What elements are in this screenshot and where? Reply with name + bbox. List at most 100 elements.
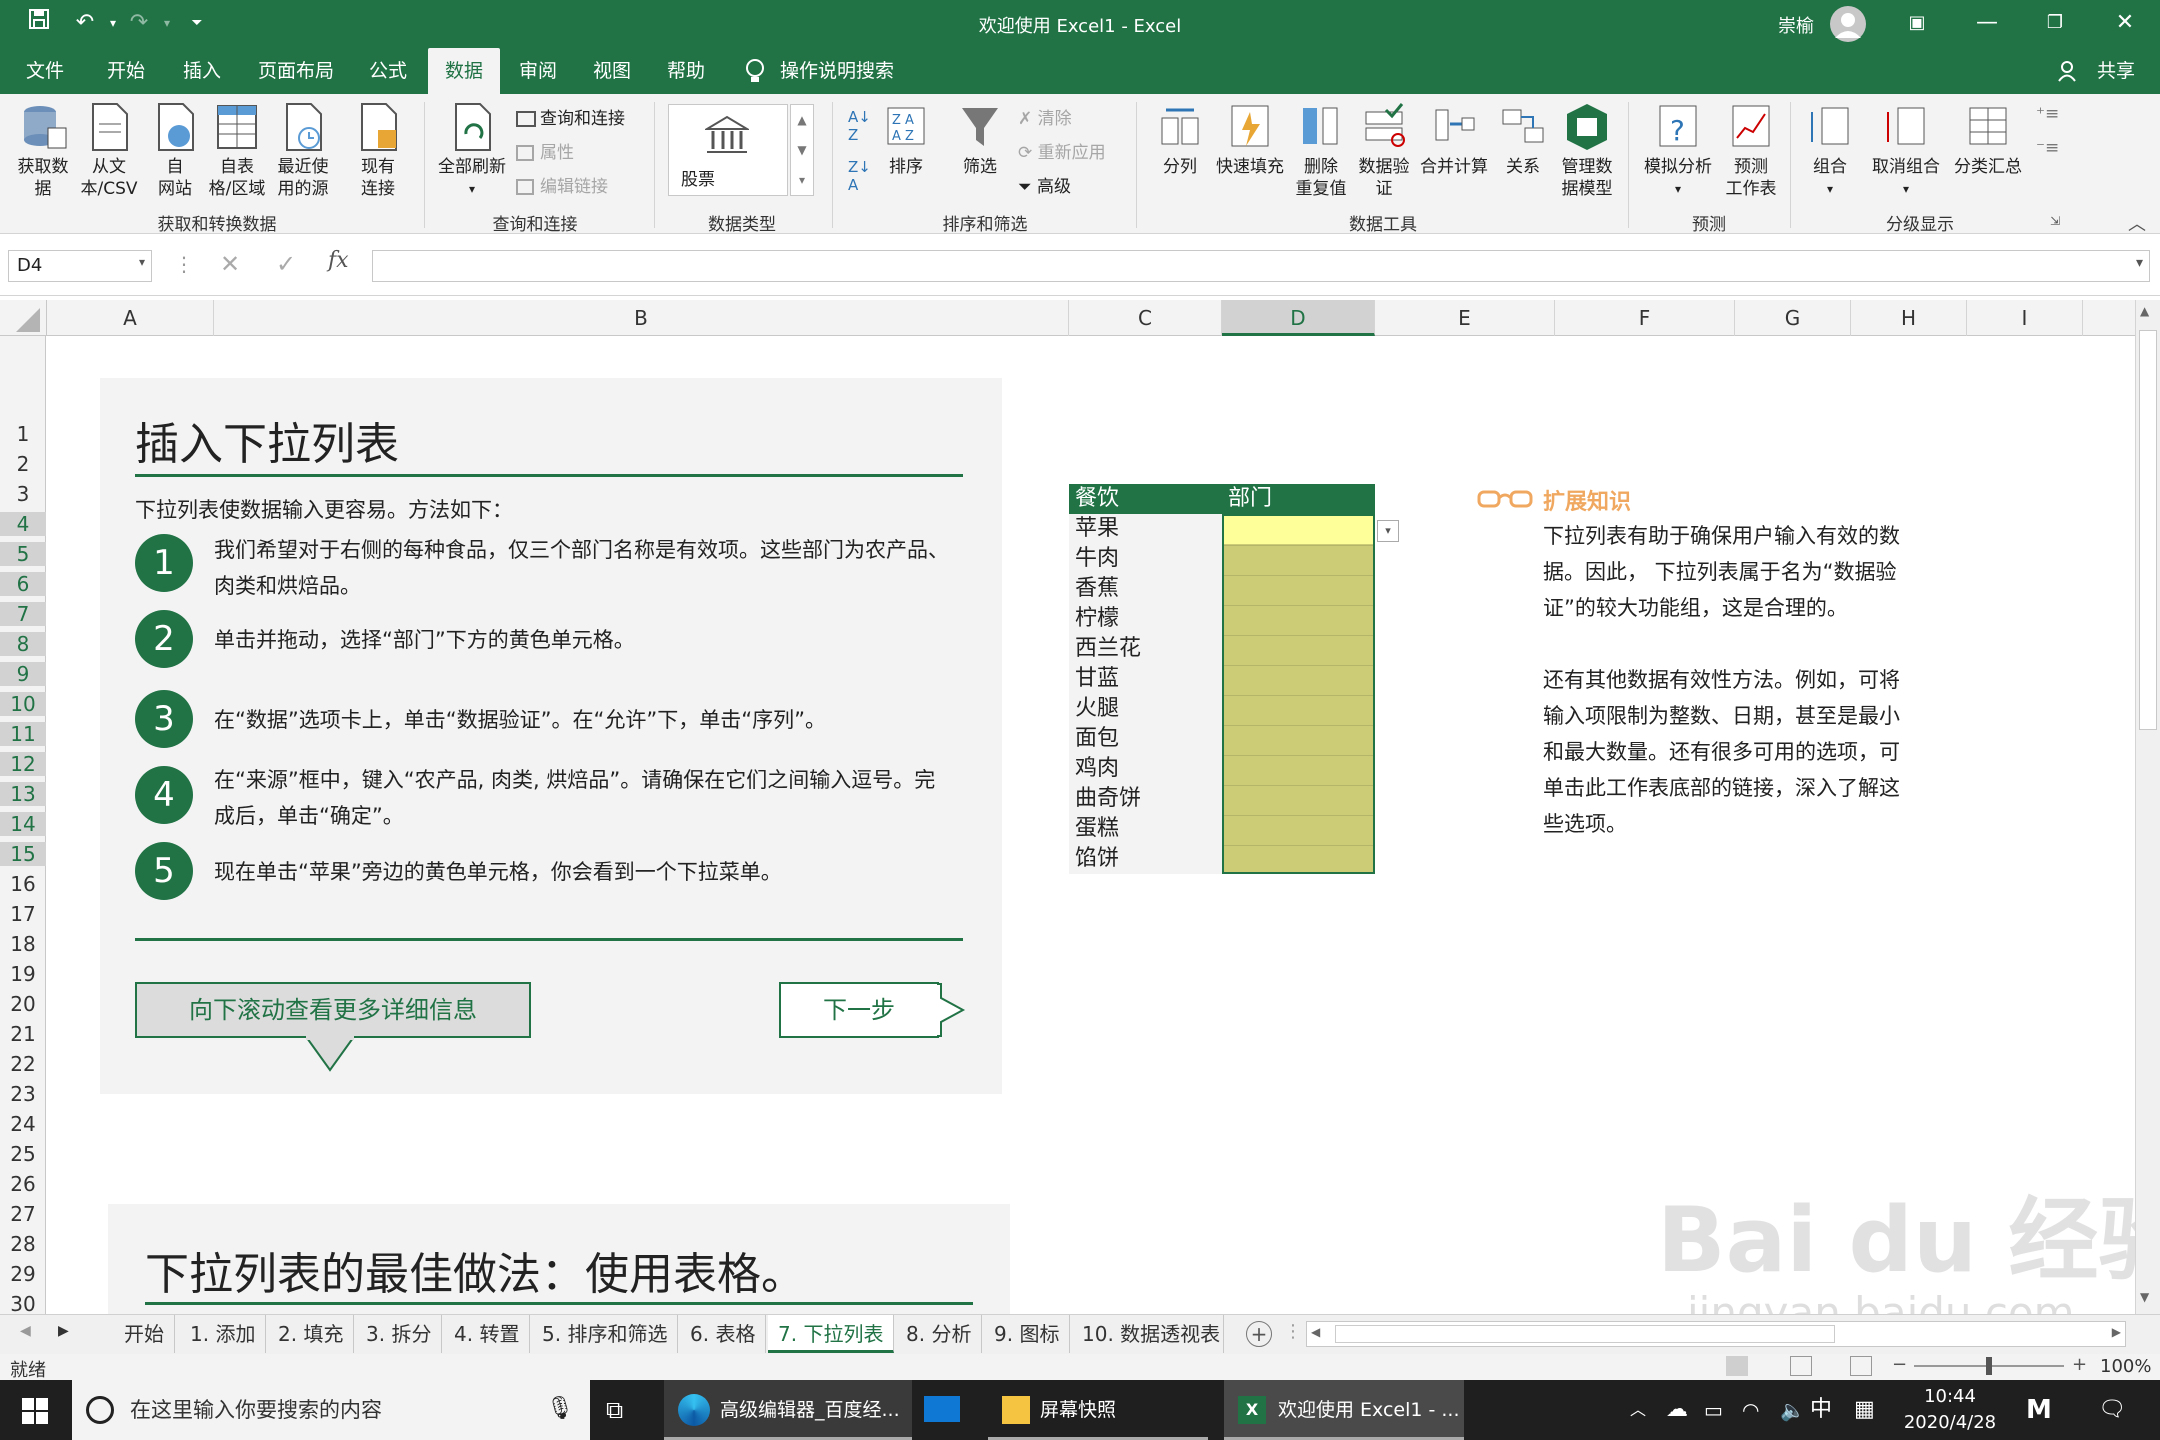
share-icon[interactable] bbox=[2058, 60, 2080, 87]
group-button[interactable]: 组合 ▾ bbox=[1800, 102, 1860, 200]
add-sheet-icon[interactable]: + bbox=[1246, 1321, 1272, 1347]
tab-insert[interactable]: 插入 bbox=[166, 48, 238, 94]
row-header[interactable]: 11 bbox=[0, 722, 46, 746]
name-box-dropdown-icon[interactable]: ▾ bbox=[139, 255, 145, 269]
scroll-left-icon[interactable]: ◀ bbox=[1311, 1325, 1320, 1339]
vertical-scrollbar[interactable]: ▲ ▼ bbox=[2135, 300, 2160, 1314]
data-validation-button[interactable]: 数据验 证 bbox=[1354, 102, 1414, 200]
from-text-csv-button[interactable]: 从文 本/CSV bbox=[76, 102, 142, 200]
page-layout-view-icon[interactable] bbox=[1790, 1356, 1812, 1376]
dropdown-arrow-icon[interactable]: ▾ bbox=[1377, 520, 1399, 542]
ungroup-button[interactable]: 取消组合 ▾ bbox=[1866, 102, 1946, 200]
advanced-filter-button[interactable]: ⏷ 高级 bbox=[1018, 172, 1071, 197]
food-cell[interactable]: 蛋糕 bbox=[1075, 814, 1119, 844]
scroll-down-icon[interactable]: ▼ bbox=[2140, 1290, 2149, 1304]
tab-view[interactable]: 视图 bbox=[576, 48, 648, 94]
row-header[interactable]: 23 bbox=[0, 1082, 46, 1106]
food-cell[interactable]: 甘蓝 bbox=[1075, 664, 1119, 694]
row-header[interactable]: 28 bbox=[0, 1232, 46, 1256]
sheet-tab[interactable]: 4. 转置 bbox=[444, 1315, 531, 1353]
formula-input[interactable]: ▾ bbox=[372, 250, 2150, 282]
scrollbar-thumb[interactable] bbox=[2139, 330, 2157, 730]
save-icon[interactable] bbox=[24, 8, 54, 38]
scroll-up-icon[interactable]: ▲ bbox=[2140, 304, 2149, 318]
show-detail-icon[interactable]: ⁺≡ bbox=[2036, 104, 2059, 124]
consolidate-button[interactable]: 合并计算 bbox=[1416, 102, 1492, 178]
row-header[interactable]: 12 bbox=[0, 752, 46, 776]
h-scrollbar-thumb[interactable] bbox=[1335, 1325, 1835, 1343]
redo-icon[interactable]: ↷ bbox=[124, 8, 154, 38]
row-header[interactable]: 10 bbox=[0, 692, 46, 716]
taskbar-app-edge[interactable]: 高级编辑器_百度经... bbox=[664, 1380, 912, 1440]
wifi-icon[interactable]: ◠ bbox=[1742, 1380, 1759, 1440]
row-header[interactable]: 17 bbox=[0, 902, 46, 926]
row-header[interactable]: 27 bbox=[0, 1202, 46, 1226]
volume-icon[interactable]: 🔈 bbox=[1780, 1380, 1805, 1440]
zoom-level[interactable]: 100% bbox=[2100, 1356, 2151, 1377]
text-to-columns-button[interactable]: 分列 bbox=[1150, 102, 1210, 178]
from-web-button[interactable]: 自 网站 bbox=[146, 102, 204, 200]
sheet-tab[interactable]: 9. 图标 bbox=[984, 1315, 1071, 1353]
row-header[interactable]: 9 bbox=[0, 662, 46, 686]
food-cell[interactable]: 面包 bbox=[1075, 724, 1119, 754]
from-table-button[interactable]: 自表 格/区域 bbox=[204, 102, 270, 200]
select-all-corner[interactable] bbox=[0, 300, 47, 336]
row-header[interactable]: 1 bbox=[0, 422, 46, 446]
row-header[interactable]: 5 bbox=[0, 542, 46, 566]
flash-fill-button[interactable]: 快速填充 bbox=[1212, 102, 1288, 178]
normal-view-icon[interactable] bbox=[1726, 1356, 1748, 1376]
close-icon[interactable]: ✕ bbox=[2110, 8, 2140, 38]
food-cell[interactable]: 香蕉 bbox=[1075, 574, 1119, 604]
scroll-right-icon[interactable]: ▶ bbox=[2112, 1325, 2121, 1339]
collapse-ribbon-icon[interactable]: ︿ bbox=[2128, 210, 2146, 236]
column-header-g[interactable]: G bbox=[1735, 300, 1851, 336]
row-header[interactable]: 16 bbox=[0, 872, 46, 896]
row-header[interactable]: 22 bbox=[0, 1052, 46, 1076]
row-header[interactable]: 20 bbox=[0, 992, 46, 1016]
tab-formulas[interactable]: 公式 bbox=[352, 48, 424, 94]
column-header-b[interactable]: B bbox=[214, 300, 1069, 336]
row-header[interactable]: 29 bbox=[0, 1262, 46, 1286]
recent-sources-button[interactable]: 最近使 用的源 bbox=[270, 102, 336, 200]
ribbon-display-options-icon[interactable]: ▣ bbox=[1902, 8, 1932, 38]
row-header[interactable]: 4 bbox=[0, 512, 46, 536]
app-logo-icon[interactable]: M bbox=[2026, 1380, 2052, 1440]
sheet-tab-active[interactable]: 7. 下拉列表 bbox=[768, 1315, 895, 1353]
sort-button[interactable]: Z AA Z 排序 bbox=[878, 102, 934, 178]
row-header[interactable]: 14 bbox=[0, 812, 46, 836]
column-header-e[interactable]: E bbox=[1375, 300, 1555, 336]
tab-home[interactable]: 开始 bbox=[90, 48, 162, 94]
sheet-tab[interactable]: 1. 添加 bbox=[180, 1315, 267, 1353]
undo-icon[interactable]: ↶ bbox=[70, 8, 100, 38]
row-header[interactable]: 7 bbox=[0, 602, 46, 626]
food-cell[interactable]: 西兰花 bbox=[1075, 634, 1141, 664]
row-header[interactable]: 6 bbox=[0, 572, 46, 596]
forecast-sheet-button[interactable]: 预测 工作表 bbox=[1720, 102, 1782, 200]
column-header-f[interactable]: F bbox=[1555, 300, 1735, 336]
tab-file[interactable]: 文件 bbox=[10, 48, 80, 94]
prev-sheet-icon[interactable]: ◀ bbox=[20, 1323, 31, 1339]
row-header[interactable]: 25 bbox=[0, 1142, 46, 1166]
clear-filter-button[interactable]: ✗ 清除 bbox=[1018, 104, 1072, 129]
avatar[interactable] bbox=[1830, 6, 1866, 42]
zoom-slider[interactable] bbox=[1914, 1357, 2064, 1375]
mail-icon[interactable] bbox=[924, 1396, 960, 1422]
customize-toolbar-icon[interactable]: ⏷ bbox=[182, 8, 212, 38]
taskbar-search[interactable]: 在这里输入你要搜索的内容 🎙 bbox=[72, 1380, 590, 1440]
reapply-button[interactable]: ⟳ 重新应用 bbox=[1018, 138, 1106, 163]
food-cell[interactable]: 馅饼 bbox=[1075, 844, 1119, 874]
food-cell[interactable]: 火腿 bbox=[1075, 694, 1119, 724]
food-cell[interactable]: 牛肉 bbox=[1075, 544, 1119, 574]
active-cell-d4[interactable] bbox=[1224, 516, 1373, 544]
properties-button[interactable]: 属性 bbox=[516, 138, 574, 163]
sheet-tab[interactable]: 8. 分析 bbox=[896, 1315, 983, 1353]
ime-indicator[interactable]: 中 bbox=[1810, 1380, 1832, 1440]
tell-me-search[interactable]: 操作说明搜索 bbox=[780, 48, 900, 94]
zoom-out-icon[interactable]: − bbox=[1892, 1354, 1907, 1375]
notification-icon[interactable]: 🗨 bbox=[2098, 1380, 2126, 1440]
task-view-icon[interactable]: ⧉ bbox=[606, 1380, 623, 1440]
row-header[interactable]: 15 bbox=[0, 842, 46, 866]
redo-dropdown-icon[interactable]: ▾ bbox=[152, 8, 182, 38]
hide-detail-icon[interactable]: ⁻≡ bbox=[2036, 138, 2059, 158]
name-box[interactable]: D4 ▾ bbox=[8, 250, 152, 282]
